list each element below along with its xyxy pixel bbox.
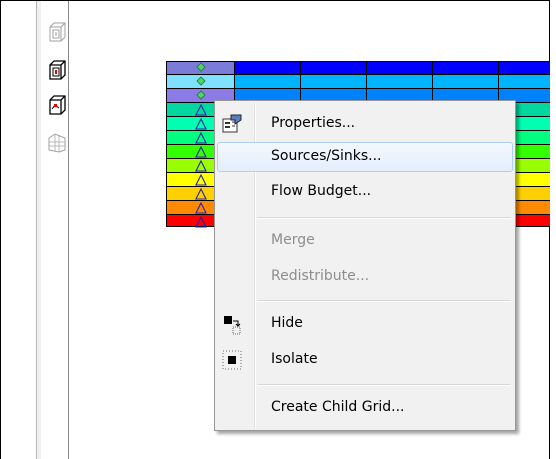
menu-item-label: Isolate	[271, 351, 318, 367]
well-marker-diamond-icon	[196, 76, 206, 86]
menu-item-flow-budget[interactable]: Flow Budget...	[217, 177, 513, 207]
menu-separator	[257, 217, 511, 219]
well-marker-diamond-icon	[196, 62, 206, 72]
app-window: Properties... Sources/Sinks... Flow Budg…	[0, 0, 556, 459]
menu-item-create-child-grid[interactable]: Create Child Grid...	[217, 393, 513, 423]
menu-item-hide[interactable]: Hide	[217, 309, 513, 339]
menu-item-label: Hide	[271, 315, 303, 331]
menu-item-sources-sinks[interactable]: Sources/Sinks...	[217, 142, 513, 172]
well-marker-diamond-icon	[196, 90, 206, 100]
menu-item-label: Create Child Grid...	[271, 399, 405, 415]
mesh-view-icon	[48, 133, 66, 153]
menu-item-label: Properties...	[271, 115, 356, 131]
properties-icon	[222, 114, 242, 133]
layer-1-icon	[49, 22, 66, 42]
hide-icon	[224, 316, 241, 335]
grid-row	[166, 74, 550, 88]
layer-grid-icon	[49, 60, 66, 80]
well-markers[interactable]	[190, 61, 212, 229]
layer-1-button[interactable]	[46, 21, 68, 43]
layer-grid-button[interactable]	[46, 59, 68, 81]
menu-item-label: Redistribute...	[271, 268, 370, 284]
menu-item-isolate[interactable]: Isolate	[217, 345, 513, 375]
menu-item-label: Sources/Sinks...	[271, 148, 382, 164]
mesh-view-button[interactable]	[46, 132, 68, 154]
well-marker-triangle-icon	[195, 103, 207, 228]
grid-column-line	[166, 61, 167, 227]
menu-item-redistribute[interactable]: Redistribute...	[217, 262, 513, 292]
menu-separator	[257, 300, 511, 302]
layer-3d-icon	[49, 95, 66, 115]
menu-separator	[257, 384, 511, 386]
menu-item-label: Merge	[271, 232, 315, 248]
isolate-icon	[222, 350, 242, 370]
menu-item-label: Flow Budget...	[271, 183, 372, 199]
menu-item-merge[interactable]: Merge	[217, 226, 513, 256]
context-menu: Properties... Sources/Sinks... Flow Budg…	[214, 100, 516, 431]
grid-row	[166, 61, 550, 74]
menu-item-properties[interactable]: Properties...	[217, 109, 513, 139]
layer-3d-button[interactable]	[46, 94, 68, 116]
